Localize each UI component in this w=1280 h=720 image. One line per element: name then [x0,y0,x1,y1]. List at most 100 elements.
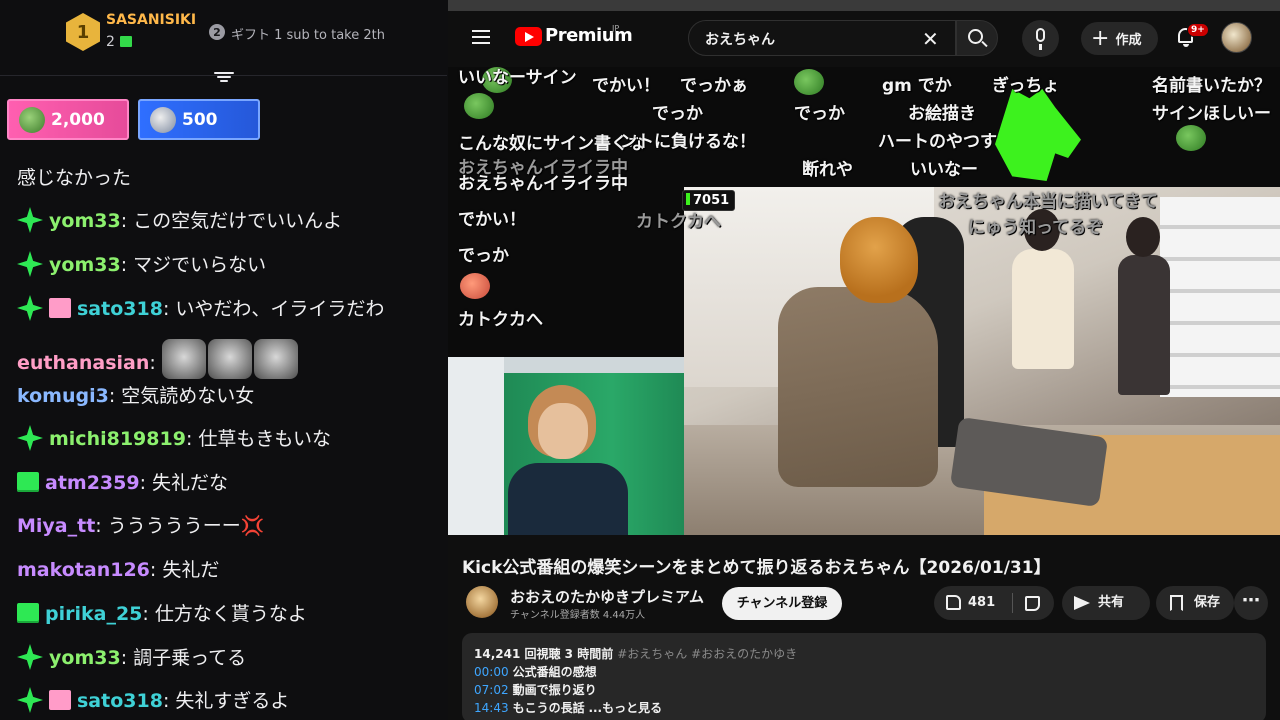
chapter-timestamp[interactable]: 07:02 [474,683,509,697]
gift-badge-icon [17,472,39,492]
chat-username[interactable]: pirika_25 [45,603,142,625]
danmaku-comment: でっか [652,104,703,124]
chat-username[interactable]: euthanasian [17,352,149,374]
channel-avatar[interactable] [466,586,498,618]
like-button[interactable]: 481 [934,586,1012,620]
streamer-webcam [448,357,684,535]
green-emote-icon [995,89,1081,181]
search-input[interactable]: おえちゃん ✕ [688,20,956,56]
create-button[interactable]: + 作成 [1081,22,1158,55]
show-more-link[interactable]: ...もっと見る [588,701,662,715]
subscriber-badge-icon [17,295,43,321]
chat-message: euthanasian: [17,339,439,379]
pink-emote-icon [460,273,490,299]
chat-message: yom33: この空気だけでいいんよ [17,207,439,235]
collapse-leaderboard-icon[interactable] [214,70,234,86]
frog-emote-icon [794,69,824,95]
subscribe-button[interactable]: チャンネル登録 [722,587,842,620]
message-text: : 調子乗ってる [120,647,247,669]
danmaku-comment: お絵描き [908,104,976,124]
danmaku-comment: でかい！ [592,76,660,96]
chat-username[interactable]: yom33 [49,647,121,669]
danmaku-comment: おえちゃんイライラ中 [458,174,628,194]
like-dislike-group: 481 [934,586,1054,620]
share-button[interactable]: 共有 [1062,586,1150,620]
live-dot-icon [686,193,690,205]
leaderboard-top-user[interactable]: SASANISIKI [106,12,196,28]
message-text: : [149,352,156,374]
create-label: 作成 [1115,33,1142,48]
chapter-timestamp[interactable]: 00:00 [474,665,509,679]
chapter-label: 動画で振り返り [512,683,597,697]
donation-amount: 2,000 [51,109,105,130]
danmaku-comment: gm でか [882,76,952,96]
subscriber-badge-icon [17,207,43,233]
message-text: : 失礼だな [139,472,229,494]
search-button[interactable] [956,20,998,56]
chat-username[interactable]: yom33 [49,254,121,276]
danmaku-comment: カトクカへ [458,310,543,330]
danmaku-comment: でっかぁ [680,76,748,96]
chat-message: sato318: 失礼すぎるよ [17,687,439,715]
chapter-label: 公式番組の感想 [512,665,597,679]
message-text: : いやだわ、イライラだわ [162,298,385,320]
more-actions-icon[interactable]: ⋯ [1234,586,1268,620]
like-count: 481 [968,595,996,610]
channel-name[interactable]: おおえのたかゆきプレミアム [510,586,704,607]
message-text: : この空気だけでいいんよ [120,210,343,232]
video-title: Kick公式番組の爆笑シーンをまとめて振り返るおえちゃん【2026/01/31】 [462,558,1051,578]
chat-message: pirika_25: 仕方なく貰うなよ [17,600,439,628]
subscriber-badge-icon [17,425,43,451]
chat-message: yom33: 調子乗ってる [17,644,439,672]
donation-amount: 500 [182,109,218,130]
chat-username[interactable]: Miya_tt [17,515,95,537]
clear-search-icon[interactable]: ✕ [922,27,939,51]
danmaku-comment: でっか [794,104,845,124]
chat-username[interactable]: sato318 [77,298,163,320]
subscriber-badge-icon [17,251,43,277]
pinned-donation-pill[interactable]: 500 [138,99,260,140]
chat-message: komugi3: 空気読めない女 [17,382,439,410]
view-stats: 14,241 回視聴 3 時間前 [474,647,614,661]
chat-username[interactable]: michi819819 [49,428,186,450]
share-label: 共有 [1098,595,1125,610]
chat-message: Miya_tt: うううううーー💢 [17,512,439,540]
leaderboard-top-count: 2 [106,34,132,50]
danmaku-comment: いいなー [910,160,978,180]
chat-username[interactable]: atm2359 [45,472,140,494]
youtube-header: Premium JP おえちゃん ✕ + 作成 9+ [448,11,1280,67]
rank-1-label: 1 [76,21,90,43]
chat-username[interactable]: makotan126 [17,559,150,581]
danmaku-comment: 断れや [802,160,853,180]
seal-emote-icon [161,339,206,379]
hashtags[interactable]: #おえちゃん #おおえのたかゆき [617,647,797,661]
rank-2-label: 2 [213,25,221,39]
save-button[interactable]: 保存 [1156,586,1234,620]
voice-search-button[interactable] [1022,20,1059,57]
rank-1-badge-icon: 1 [66,13,100,51]
premium-label[interactable]: Premium [545,25,633,46]
subscriber-badge-icon [17,644,43,670]
video-scene: おえちゃん本当に描いてきて にゅう知ってるぞ [684,187,1280,535]
chat-username[interactable]: yom33 [49,210,121,232]
chapter-timestamp[interactable]: 14:43 [474,701,509,715]
message-text: : 失礼すぎるよ [162,690,290,712]
youtube-window: Premium JP おえちゃん ✕ + 作成 9+ おえちゃん本当に描いてきて… [448,0,1280,720]
pinned-donation-pill[interactable]: 2,000 [7,99,129,140]
leaderboard-rank2-text: ギフト 1 sub to take 2th [231,28,385,43]
leaderboard-count-value: 2 [106,34,115,50]
message-text: : 仕方なく貰うなよ [142,603,307,625]
search-input-value[interactable]: おえちゃん [705,29,775,49]
gift-leaderboard: 1 SASANISIKI 2 2 ギフト 1 sub to take 2th [0,0,447,82]
dislike-button[interactable] [1013,586,1054,620]
account-avatar[interactable] [1221,22,1252,53]
chat-username[interactable]: komugi3 [17,385,109,407]
video-description[interactable]: 14,241 回視聴 3 時間前 #おえちゃん #おおえのたかゆき 00:00 公式… [462,633,1266,720]
video-player[interactable]: おえちゃん本当に描いてきて にゅう知ってるぞ いいなーサイン でかい！ でっかぁ… [448,67,1280,535]
chat-username[interactable]: sato318 [77,690,163,712]
danmaku-comment: おえちゃん本当に描いてきて [938,192,1158,212]
thumbs-up-icon [946,595,961,610]
viewer-counter-badge: 7051 [682,190,736,211]
menu-icon[interactable] [472,30,490,48]
youtube-logo-icon[interactable] [515,27,542,46]
